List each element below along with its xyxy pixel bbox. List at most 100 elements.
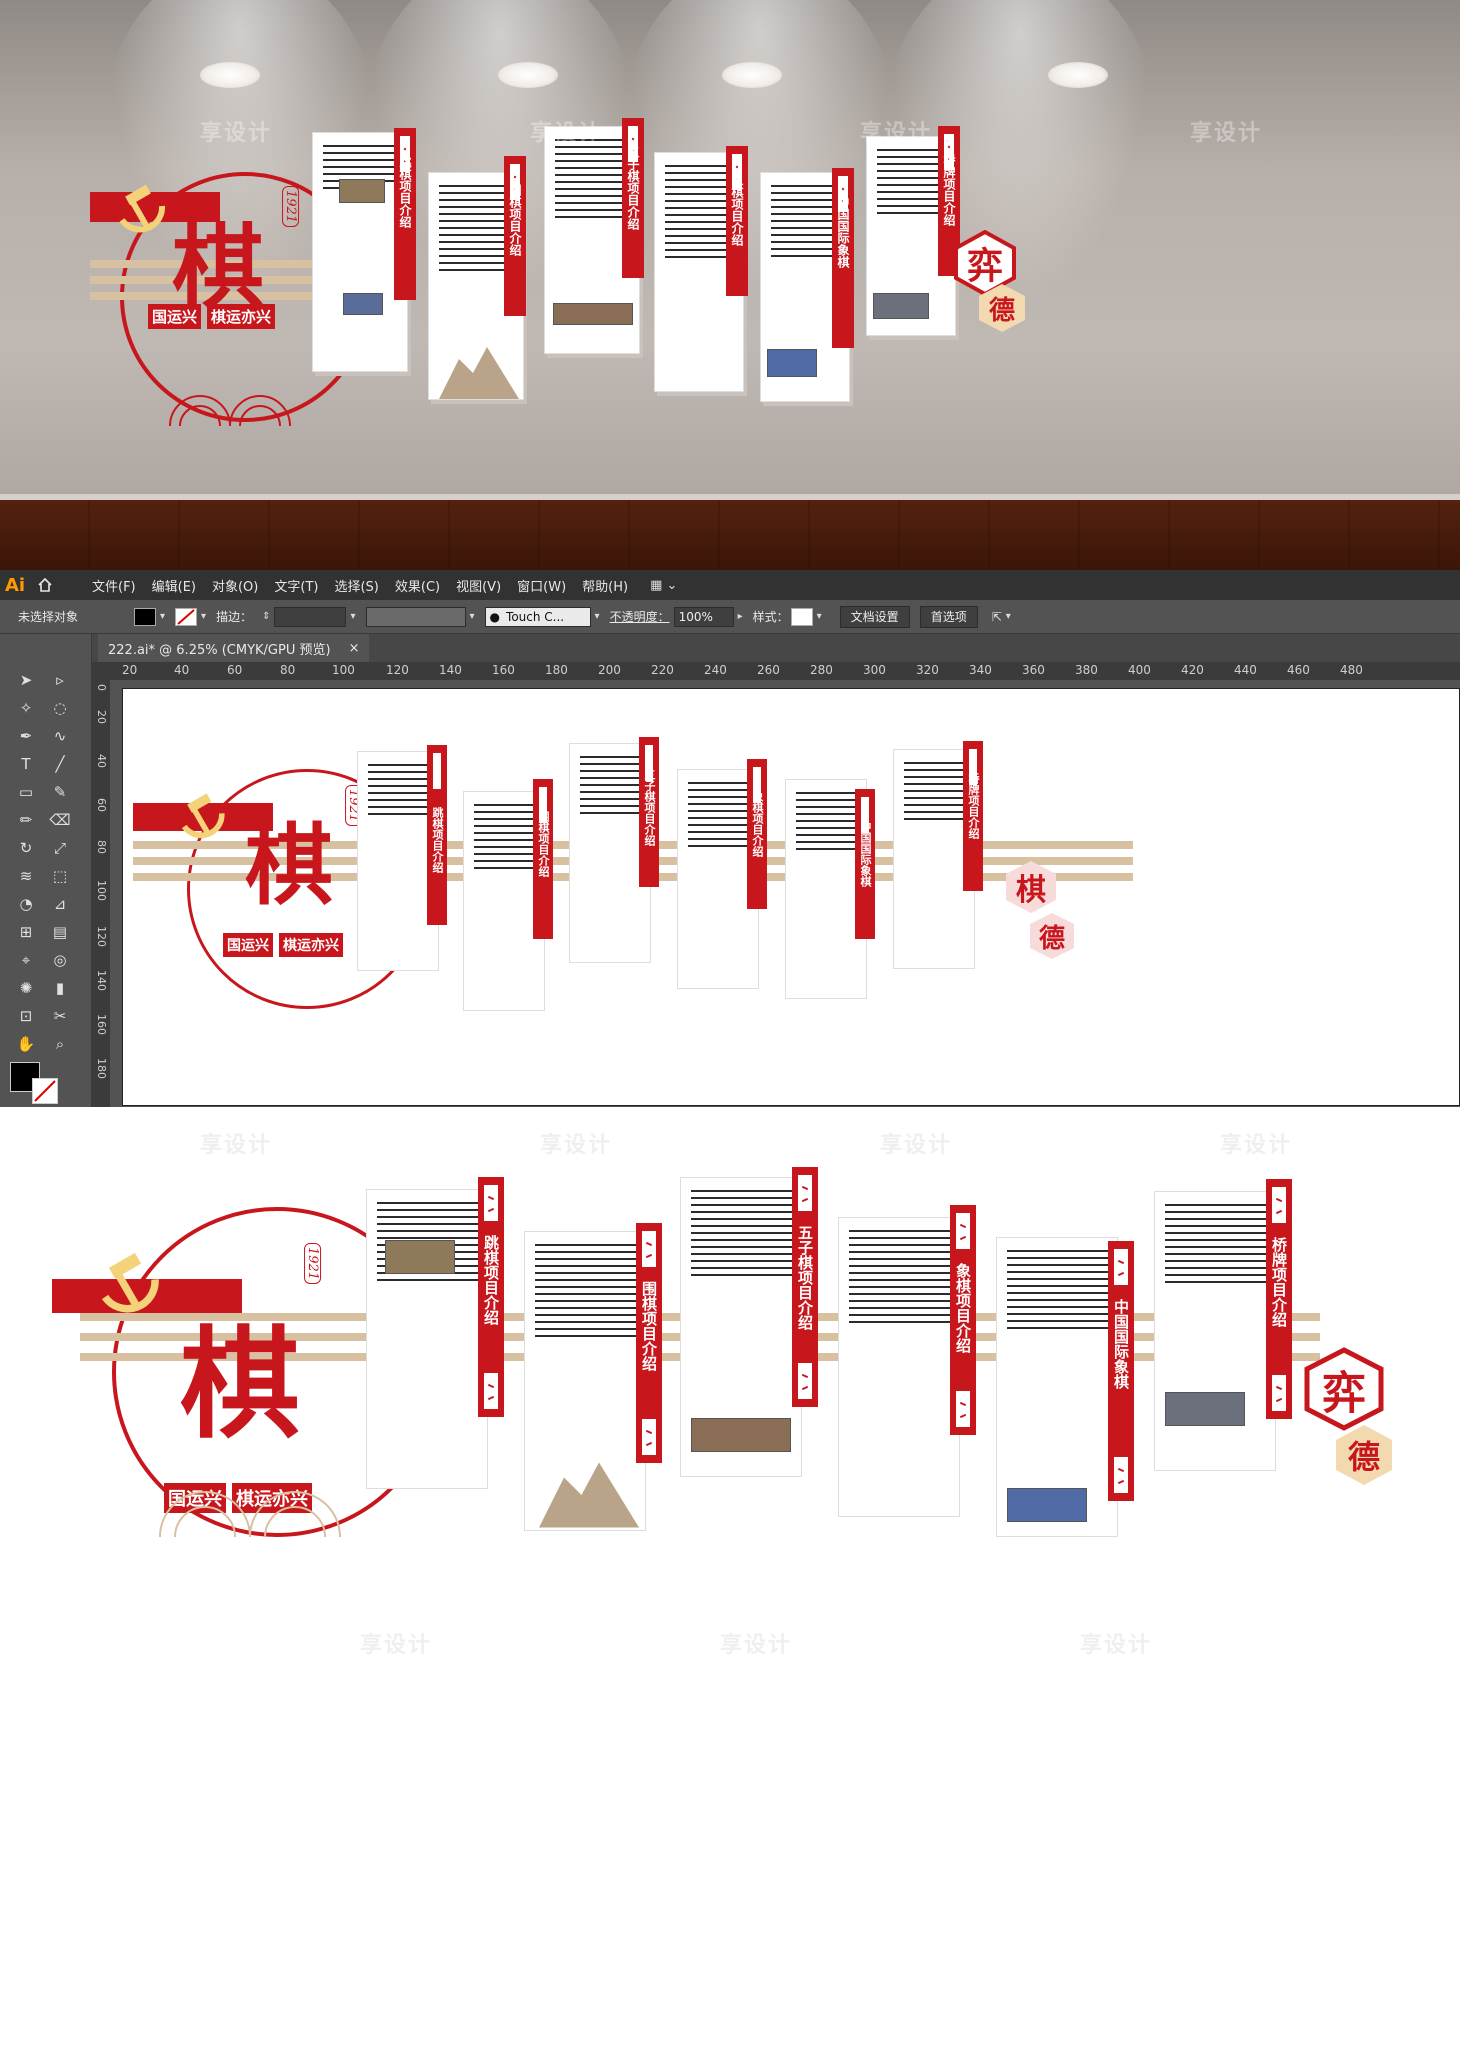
shape-builder-icon[interactable]: ◔	[14, 892, 38, 916]
ceiling-lamp	[498, 62, 558, 88]
menu-object[interactable]: 对象(O)	[204, 576, 266, 595]
hand-icon[interactable]: ✋	[14, 1032, 38, 1056]
document-setup-label[interactable]: 文档设置	[839, 605, 910, 628]
menu-file[interactable]: 文件(F)	[84, 576, 144, 595]
text-card	[838, 1217, 960, 1517]
menu-help[interactable]: 帮助(H)	[574, 576, 636, 595]
ruler-label: 160	[95, 1014, 108, 1035]
home-icon[interactable]	[30, 570, 60, 600]
opacity-field[interactable]: 100% ▸	[673, 606, 743, 627]
variable-width-field[interactable]: ▾	[365, 606, 475, 627]
document-tab[interactable]: 222.ai* @ 6.25% (CMYK/GPU 预览) ×	[98, 634, 370, 662]
stroke-color-box[interactable]	[32, 1078, 58, 1104]
text-card	[680, 1177, 802, 1477]
ruler-label: 180	[545, 663, 568, 677]
fill-swatch[interactable]: ▾	[134, 607, 165, 626]
pencil-icon[interactable]: ✏	[14, 808, 38, 832]
eyedropper-icon[interactable]: ⌖	[14, 948, 38, 972]
stroke-weight-field[interactable]: ⇕ ▾	[262, 606, 356, 627]
ruler-label: 300	[863, 663, 886, 677]
wall-mockup-photo: 棋 1921 国运兴 棋运亦兴 跳棋项目介绍 围棋项目介绍 五子棋项目介绍 象棋…	[0, 0, 1460, 570]
app-logo: Ai	[4, 574, 26, 596]
arrange-icon[interactable]: ⇱ ▾	[992, 610, 1011, 624]
mesh-icon[interactable]: ⊞	[14, 920, 38, 944]
slogan-part: 棋运亦兴	[207, 304, 276, 329]
panel-title: 中国国际象棋	[859, 821, 872, 887]
watermark: 享设计	[540, 1133, 613, 1158]
direct-select-icon[interactable]: ▹	[48, 668, 72, 692]
brush-field[interactable]: ● Touch C... ▾	[484, 606, 600, 627]
strip-ornament	[1112, 1455, 1130, 1495]
ruler-label: 340	[969, 663, 992, 677]
brush-icon[interactable]: ✎	[48, 780, 72, 804]
panel-title-strip: 象棋项目介绍	[747, 759, 767, 909]
panel-title: 跳棋项目介绍	[482, 1235, 500, 1325]
body-text	[535, 1244, 637, 1342]
free-transform-icon[interactable]: ⬚	[48, 864, 72, 888]
zoom-icon[interactable]: ⌕	[48, 1032, 72, 1056]
style-swatch[interactable]: ▾	[790, 607, 822, 626]
scale-icon[interactable]: ⤢	[48, 836, 72, 860]
hex-badge: 棋	[1003, 859, 1059, 915]
close-icon[interactable]: ×	[349, 641, 360, 656]
type-icon[interactable]: T	[14, 752, 38, 776]
mountain-ink-image	[539, 1462, 639, 1528]
brush-name: Touch C...	[506, 609, 565, 624]
ruler-label: 200	[598, 663, 621, 677]
rectangle-icon[interactable]: ▭	[14, 780, 38, 804]
selection-tool-icon[interactable]: ➤	[14, 668, 38, 692]
preferences-label[interactable]: 首选项	[919, 605, 978, 628]
strip-ornament	[1270, 1373, 1288, 1413]
hex-char: 德	[1347, 1438, 1380, 1476]
eraser-icon[interactable]: ⌫	[48, 808, 72, 832]
panel-title: 围棋项目介绍	[537, 811, 550, 877]
slogan-part: 棋运亦兴	[279, 933, 343, 957]
body-text	[1165, 1204, 1267, 1288]
gradient-icon[interactable]: ▤	[48, 920, 72, 944]
workspace-icon[interactable]: ▦ ⌄	[650, 578, 677, 593]
magic-wand-icon[interactable]: ✧	[14, 696, 38, 720]
panel-title: 象棋项目介绍	[730, 174, 744, 246]
artboard-canvas[interactable]: 棋 1921 国运兴 棋运亦兴 跳棋项目介绍 围棋项目介绍 五子棋项目介绍 象棋…	[122, 688, 1460, 1106]
perspective-icon[interactable]: ⊿	[48, 892, 72, 916]
ruler-label: 280	[810, 663, 833, 677]
wood-floor	[0, 500, 1460, 570]
curvature-icon[interactable]: ∿	[48, 724, 72, 748]
photo	[873, 293, 929, 319]
control-bar: 未选择对象 ▾ ▾ 描边： ⇕ ▾ ▾ ● Touch C... ▾ 不透明度： 10…	[0, 600, 1460, 634]
warp-icon[interactable]: ≋	[14, 864, 38, 888]
graph-icon[interactable]: ▮	[48, 976, 72, 1000]
panel-title-strip: 跳棋项目介绍	[478, 1177, 504, 1417]
menu-type[interactable]: 文字(T)	[266, 576, 326, 595]
document-setup-button[interactable]: 文档设置	[839, 605, 910, 628]
document-tab-bar: 222.ai* @ 6.25% (CMYK/GPU 预览) ×	[92, 634, 1460, 662]
preferences-button[interactable]: 首选项	[919, 605, 978, 628]
menu-window[interactable]: 窗口(W)	[509, 576, 574, 595]
ruler-label: 460	[1287, 663, 1310, 677]
panel-title: 五子棋项目介绍	[643, 769, 656, 846]
menu-select[interactable]: 选择(S)	[326, 576, 386, 595]
symbol-icon[interactable]: ✺	[14, 976, 38, 1000]
panel-title-strip: 围棋项目介绍	[504, 156, 526, 316]
stroke-swatch[interactable]: ▾	[175, 607, 206, 626]
panel-title: 跳棋项目介绍	[431, 807, 444, 873]
artboard-icon[interactable]: ⊡	[14, 1004, 38, 1028]
panel-title-strip: 五子棋项目介绍	[639, 737, 659, 887]
slice-icon[interactable]: ✂	[48, 1004, 72, 1028]
opacity-value[interactable]: 100%	[673, 606, 734, 627]
photo	[1007, 1488, 1087, 1522]
panel-title: 象棋项目介绍	[954, 1263, 972, 1353]
lasso-icon[interactable]: ◌	[48, 696, 72, 720]
blend-icon[interactable]: ◎	[48, 948, 72, 972]
rotate-icon[interactable]: ↻	[14, 836, 38, 860]
watermark: 享设计	[200, 1133, 273, 1158]
pen-icon[interactable]: ✒	[14, 724, 38, 748]
body-text	[580, 756, 642, 819]
watermark: 享设计	[1190, 121, 1263, 146]
menu-effect[interactable]: 效果(C)	[387, 576, 448, 595]
menu-edit[interactable]: 编辑(E)	[144, 576, 204, 595]
menu-view[interactable]: 视图(V)	[448, 576, 509, 595]
document-tab-title: 222.ai* @ 6.25% (CMYK/GPU 预览)	[108, 642, 331, 658]
ruler-label: 140	[439, 663, 462, 677]
line-icon[interactable]: ╱	[48, 752, 72, 776]
